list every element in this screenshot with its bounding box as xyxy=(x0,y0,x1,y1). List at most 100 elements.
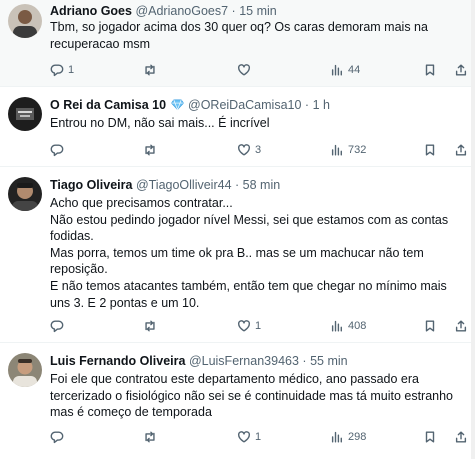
views-icon xyxy=(331,144,342,156)
tweet-header: Adriano Goes @AdrianoGoes7 · 15 min xyxy=(50,3,467,19)
share-button[interactable] xyxy=(454,429,468,445)
tweet-text-line: Tbm, so jogador acima dos 30 quer oq? Os… xyxy=(50,20,428,34)
views-button[interactable]: 298 xyxy=(330,429,366,445)
retweet-button[interactable] xyxy=(143,62,161,78)
views-icon xyxy=(331,64,342,76)
tweet-text: Entrou no DM, não sai mais... É incrível xyxy=(50,115,465,132)
display-name[interactable]: Adriano Goes xyxy=(50,4,132,18)
tweet-text: Foi ele que contratou este departamento … xyxy=(50,371,465,421)
share-icon xyxy=(455,144,467,156)
verified-diamond-icon xyxy=(170,98,184,115)
tweet-text-line: tercerizado o fisiológico não sei se é c… xyxy=(50,388,454,403)
retweet-icon xyxy=(145,64,155,76)
tweet-actions: 1 408 xyxy=(50,318,468,334)
timestamp[interactable]: 1 h xyxy=(313,98,330,112)
like-count: 1 xyxy=(255,320,262,332)
tweet[interactable]: Tiago Oliveira @TiagoOlliveir44 · 58 min… xyxy=(0,167,475,343)
views-button[interactable]: 408 xyxy=(330,318,366,334)
views-button[interactable]: 44 xyxy=(330,62,360,78)
tweet-text-line: Acho que precisamos contratar... xyxy=(50,196,233,210)
display-name[interactable]: O Rei da Camisa 10 xyxy=(50,98,166,112)
user-handle[interactable]: @AdrianoGoes7 xyxy=(135,4,228,18)
separator-dot: · xyxy=(302,354,307,368)
display-name[interactable]: Luis Fernando Oliveira xyxy=(50,354,185,368)
tweet-actions: 1 44 xyxy=(50,62,468,78)
timestamp[interactable]: 15 min xyxy=(239,4,277,18)
scrollbar[interactable] xyxy=(471,0,475,459)
share-button[interactable] xyxy=(454,142,468,158)
heart-icon xyxy=(238,64,250,76)
avatar[interactable] xyxy=(8,177,42,211)
tweet-text-line: Mas porra, temos um time ok pra B.. mas … xyxy=(50,245,424,260)
reply-button[interactable] xyxy=(50,318,68,334)
view-count: 298 xyxy=(348,431,367,443)
reply-button[interactable]: 1 xyxy=(50,62,74,78)
share-icon xyxy=(455,320,467,332)
like-button[interactable]: 1 xyxy=(237,429,261,445)
bookmark-button[interactable] xyxy=(423,62,437,78)
tweet-text: Tbm, so jogador acima dos 30 quer oq? Os… xyxy=(50,19,465,52)
tweet-text: Acho que precisamos contratar... Não est… xyxy=(50,195,465,311)
tweet-text-line: mas é começo de temporada xyxy=(50,405,212,420)
bookmark-icon xyxy=(425,64,435,76)
user-handle[interactable]: @OReiDaCamisa10 xyxy=(188,98,301,112)
views-button[interactable]: 732 xyxy=(330,142,366,158)
retweet-icon xyxy=(145,144,155,156)
bookmark-icon xyxy=(425,320,435,332)
tweet-text-line: Entrou no DM, não sai mais... É incrível xyxy=(50,116,270,130)
display-name[interactable]: Tiago Oliveira xyxy=(50,178,132,192)
tweet[interactable]: Adriano Goes @AdrianoGoes7 · 15 min Tbm,… xyxy=(0,0,475,87)
view-count: 732 xyxy=(348,144,367,156)
share-button[interactable] xyxy=(454,62,468,78)
retweet-button[interactable] xyxy=(143,142,161,158)
bookmark-icon xyxy=(425,431,435,443)
user-handle[interactable]: @LuisFernan39463 xyxy=(189,354,299,368)
view-count: 408 xyxy=(348,320,367,332)
timestamp[interactable]: 58 min xyxy=(243,178,281,192)
timestamp[interactable]: 55 min xyxy=(310,354,348,368)
retweet-button[interactable] xyxy=(143,318,161,334)
separator-dot: · xyxy=(304,98,310,112)
like-button[interactable]: 1 xyxy=(237,318,261,334)
tweet-actions: 3 732 xyxy=(50,142,468,158)
reply-icon xyxy=(50,320,64,333)
heart-icon xyxy=(238,144,250,156)
tweet-header: Tiago Oliveira @TiagoOlliveir44 · 58 min xyxy=(50,177,467,193)
bookmark-button[interactable] xyxy=(423,318,437,334)
avatar[interactable] xyxy=(8,4,42,38)
share-icon xyxy=(455,64,467,76)
view-count: 44 xyxy=(348,64,361,76)
reply-button[interactable] xyxy=(50,142,68,158)
bookmark-button[interactable] xyxy=(423,142,437,158)
tweet-text-line: Foi ele que contratou este departamento … xyxy=(50,372,419,386)
reply-icon xyxy=(50,431,64,444)
reply-count: 1 xyxy=(68,64,75,76)
reply-button[interactable] xyxy=(50,429,68,445)
like-button[interactable]: 3 xyxy=(237,142,261,158)
retweet-icon xyxy=(145,431,155,443)
tweet-actions: 1 298 xyxy=(50,429,468,445)
retweet-button[interactable] xyxy=(143,429,161,445)
like-count: 1 xyxy=(255,431,262,443)
separator-dot: · xyxy=(235,178,240,192)
tweet[interactable]: Luis Fernando Oliveira @LuisFernan39463 … xyxy=(0,343,475,459)
tweet-text-line: reposição. xyxy=(50,262,108,277)
avatar[interactable] xyxy=(8,97,42,131)
tweet-text-line: recuperacao msm xyxy=(50,36,151,51)
bookmark-button[interactable] xyxy=(423,429,437,445)
share-button[interactable] xyxy=(454,318,468,334)
tweet-header: O Rei da Camisa 10 @OReiDaCamisa10 · 1 h xyxy=(50,97,467,115)
separator-dot: · xyxy=(231,4,236,18)
avatar[interactable] xyxy=(8,353,42,387)
bookmark-icon xyxy=(425,144,435,156)
heart-icon xyxy=(238,431,250,443)
tweet[interactable]: O Rei da Camisa 10 @OReiDaCamisa10 · 1 h… xyxy=(0,87,475,167)
tweet-text-line: uns 3. E 2 pontas e um 10. xyxy=(50,295,200,310)
views-icon xyxy=(331,431,342,443)
tweet-header: Luis Fernando Oliveira @LuisFernan39463 … xyxy=(50,353,467,369)
tweet-text-line: fodidas. xyxy=(50,229,94,244)
tweet-text-line: E não temos atacantes também, então tem … xyxy=(50,278,447,293)
retweet-icon xyxy=(145,320,155,332)
user-handle[interactable]: @TiagoOlliveir44 xyxy=(136,178,232,192)
like-button[interactable] xyxy=(237,62,255,78)
